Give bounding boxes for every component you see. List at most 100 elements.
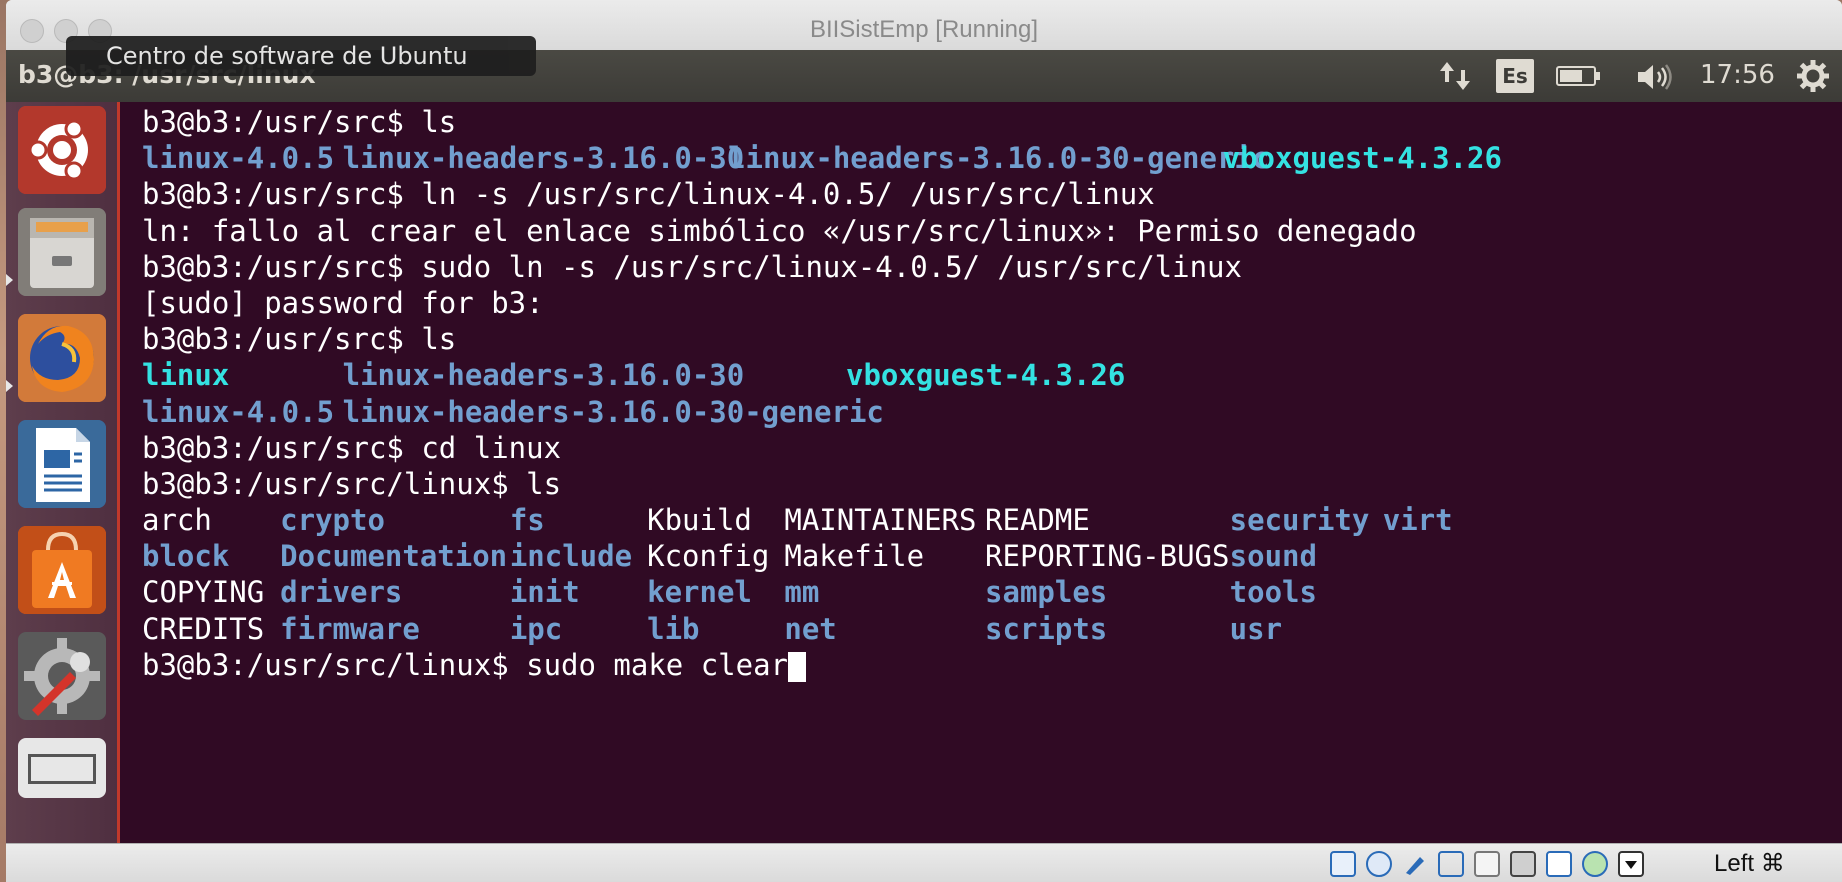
ls-entry: CREDITS [142,611,265,646]
ls-entry: linux-headers-3.16.0-30 [342,358,745,393]
ls-entry: MAINTAINERS [784,503,977,538]
ls-entry: vboxguest-4.3.26 [846,358,1126,393]
ls-entry: README [985,503,1090,538]
file-cabinet-icon [18,208,106,296]
running-indicator [6,274,13,286]
display-icon[interactable] [1510,851,1536,877]
ls-entry: kernel [647,575,752,610]
battery-icon[interactable] [1556,66,1600,86]
ls-entry: samples [985,575,1108,610]
shared-folders-icon[interactable] [1474,851,1500,877]
virtualbox-window: BIISistEmp [Running] b3@b3: /usr/src/lin… [6,0,1842,882]
ls-entry: tools [1229,575,1317,610]
terminal-line: linux-4.0.5 linux-headers-3.16.0-30 linux-… [142,140,1842,176]
ls-entry: REPORTING-BUGS [985,539,1230,574]
terminal-line: arch crypto fs Kbuild MAINTAINERS README secur… [142,502,1842,538]
terminal-line: linux-4.0.5 linux-headers-3.16.0-30-gener… [142,394,1842,430]
terminal-text: b3@b3:/usr/src/linux$ ls [142,466,562,501]
command-input: sudo make clear [526,647,789,682]
running-indicator [6,380,13,392]
ls-entry: linux [142,358,230,393]
ls-entry: linux-4.0.5 [142,394,335,429]
ls-entry: vboxguest-4.3.26 [1222,141,1502,176]
dash-launcher-item[interactable] [18,106,106,194]
terminal-line: CREDITS firmware ipc lib net scripts usr [142,611,1842,647]
terminal-line: b3@b3:/usr/src$ ln -s /usr/src/linux-4.0… [142,176,1842,212]
ls-entry: usr [1229,611,1283,646]
gear-icon[interactable] [1796,59,1830,93]
mouse-integration-icon[interactable] [1582,851,1608,877]
terminal-line: b3@b3:/usr/src$ ls [142,321,1842,357]
vm-screen[interactable]: b3@b3: /usr/src/linux Centro de software… [6,36,1842,843]
volume-icon[interactable] [1636,63,1676,91]
ls-entry: virt [1382,503,1453,538]
terminal-text: b3@b3:/usr/src$ ls [142,322,457,357]
ls-entry: include [509,539,633,574]
keyboard-layout-indicator[interactable]: Es [1496,59,1534,93]
host-key-capture-icon[interactable] [1618,851,1644,877]
workspace-switcher-launcher-item[interactable] [18,738,106,798]
files-launcher-item[interactable] [18,208,106,296]
terminal-text: b3@b3:/usr/src$ ln -s /usr/src/linux-4.0… [142,177,1155,212]
ls-entry: arch [142,503,212,538]
launcher-tooltip: Centro de software de Ubuntu [66,36,536,76]
software-center-launcher-item[interactable] [18,526,106,614]
battery-level-fill [1560,70,1582,82]
optical-drive-icon[interactable] [1366,851,1392,877]
terminal-text: ln: fallo al crear el enlace simbólico «… [142,213,1417,248]
network-icon[interactable] [1438,60,1472,92]
ls-entry: Makefile [784,539,925,574]
shopping-bag-icon [18,526,106,614]
system-settings-launcher-item[interactable] [18,632,106,720]
ls-entry: ipc [509,611,563,646]
ls-entry: crypto [280,503,385,538]
ls-entry: net [784,611,837,646]
host-key-label: Left ⌘ [1714,850,1785,877]
terminal-line: b3@b3:/usr/src/linux$ ls [142,466,1842,502]
ls-entry: Documentation [280,539,508,574]
terminal-line: linux linux-headers-3.16.0-30 vboxguest-4.… [142,357,1842,393]
document-writer-icon [18,420,106,508]
ls-entry: sound [1229,539,1317,574]
ls-entry: COPYING [142,575,265,610]
hard-disk-icon[interactable] [1330,851,1356,877]
terminal-text: [sudo] password for b3: [142,285,544,320]
firefox-launcher-item[interactable] [18,314,106,402]
ubuntu-top-panel: b3@b3: /usr/src/linux Centro de software… [6,36,1842,102]
ls-entry: Kbuild [647,503,752,538]
settings-gear-wrench-icon [18,632,106,720]
ls-entry: block [142,539,230,574]
clock[interactable]: 17:56 [1700,60,1775,90]
ls-entry: linux-headers-3.16.0-30 [342,141,745,176]
ls-entry: firmware [280,611,420,646]
ls-entry: linux-headers-3.16.0-30-generic [342,394,884,429]
virtualbox-status-bar: Left ⌘ [6,843,1842,882]
ls-entry: linux-headers-3.16.0-30-generic [728,141,1270,176]
terminal-line: b3@b3:/usr/src$ sudo ln -s /usr/src/linu… [142,249,1842,285]
ls-entry: mm [784,575,820,610]
network-adapter-icon[interactable] [1438,851,1464,877]
ls-entry: Kconfig [647,539,770,574]
usb-icon[interactable] [1402,851,1428,877]
shell-prompt: b3@b3:/usr/src/linux$ [142,647,527,682]
ls-entry: drivers [280,575,403,610]
unity-launcher [6,102,120,843]
terminal-line: ln: fallo al crear el enlace simbólico «… [142,213,1842,249]
terminal-line: block Documentation include Kconfig Makefile… [142,538,1842,574]
ubuntu-logo-icon [18,106,106,194]
terminal-text: b3@b3:/usr/src$ sudo ln -s /usr/src/linu… [142,249,1242,284]
terminal-output[interactable]: b3@b3:/usr/src$ ls linux-4.0.5 linux-heade… [120,102,1842,843]
ls-entry: fs [509,503,545,538]
virtualization-icon[interactable] [1546,851,1572,877]
libreoffice-writer-launcher-item[interactable] [18,420,106,508]
ls-entry: linux-4.0.5 [142,141,335,176]
terminal-line: COPYING drivers init kernel mm samples tools [142,574,1842,610]
terminal-text: b3@b3:/usr/src$ ls [142,105,457,139]
terminal-line: [sudo] password for b3: [142,285,1842,321]
workspace-icon [28,754,96,784]
terminal-line: b3@b3:/usr/src$ cd linux [142,430,1842,466]
ls-entry: init [509,575,580,610]
firefox-icon [18,314,106,402]
text-cursor [788,651,807,682]
ls-entry: scripts [985,611,1108,646]
